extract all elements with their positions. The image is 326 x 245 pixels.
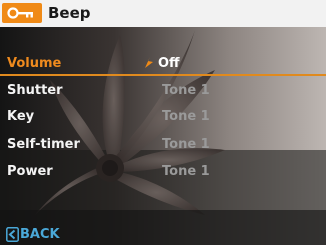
- menu-item-value[interactable]: Tone 1: [162, 162, 210, 182]
- menu-item-key[interactable]: Key Tone 1: [0, 105, 326, 129]
- menu-item-label: Shutter: [7, 83, 63, 98]
- menu-item-volume[interactable]: Volume Off: [0, 52, 326, 76]
- menu-item-self-timer[interactable]: Self-timer Tone 1: [0, 133, 326, 157]
- menu-item-power[interactable]: Power Tone 1: [0, 160, 326, 184]
- menu-item-value[interactable]: Off: [158, 54, 180, 74]
- title-bar: Beep: [0, 0, 326, 27]
- menu-item-label: Power: [7, 164, 53, 179]
- key-icon: [2, 3, 42, 23]
- menu-item-label: Volume: [7, 56, 62, 71]
- menu-item-label: Self-timer: [7, 137, 80, 152]
- menu-item-value[interactable]: Tone 1: [162, 81, 210, 101]
- menu-item-label: Key: [7, 109, 35, 124]
- back-label: BACK: [20, 227, 60, 242]
- page-title: Beep: [48, 4, 91, 22]
- selection-arrow-icon: [145, 57, 153, 68]
- menu-item-value[interactable]: Tone 1: [162, 107, 210, 127]
- back-arrow-icon: [6, 227, 19, 242]
- menu-item-value[interactable]: Tone 1: [162, 135, 210, 155]
- menu-item-shutter[interactable]: Shutter Tone 1: [0, 79, 326, 103]
- camera-menu-screen: Beep Volume Off Shutter Tone 1 Key Tone …: [0, 0, 326, 245]
- selection-underline: [0, 74, 326, 76]
